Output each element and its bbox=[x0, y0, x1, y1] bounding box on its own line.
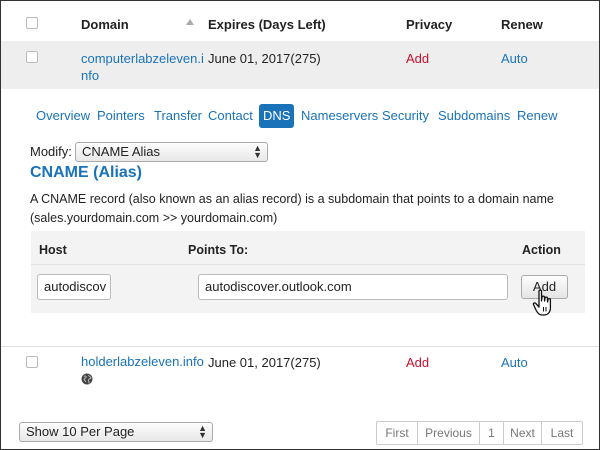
renew-auto-link[interactable]: Auto bbox=[501, 355, 528, 370]
row-checkbox[interactable] bbox=[26, 51, 38, 63]
host-input[interactable]: autodiscov bbox=[37, 274, 111, 300]
modify-label: Modify: bbox=[30, 144, 72, 159]
pager-page-1[interactable]: 1 bbox=[480, 422, 504, 444]
pager-next[interactable]: Next bbox=[504, 422, 542, 444]
tab-subdomains[interactable]: Subdomains bbox=[438, 104, 510, 128]
renew-auto-link[interactable]: Auto bbox=[501, 51, 528, 66]
select-all-checkbox[interactable] bbox=[26, 17, 38, 29]
pager-first[interactable]: First bbox=[377, 422, 418, 444]
expires-value: June 01, 2017(275) bbox=[208, 51, 321, 66]
tab-nameservers[interactable]: Nameservers bbox=[301, 104, 378, 128]
tab-dns[interactable]: DNS bbox=[259, 104, 295, 128]
modify-select[interactable]: CNAME Alias ▲ ▼ bbox=[75, 142, 268, 162]
domain-manager-window: Domain Expires (Days Left) Privacy Renew… bbox=[0, 0, 600, 450]
select-arrows-icon: ▲ ▼ bbox=[198, 423, 207, 440]
pager-previous[interactable]: Previous bbox=[418, 422, 480, 444]
domain-link[interactable]: holderlabzeleven.info bbox=[81, 354, 204, 369]
cname-record-form bbox=[31, 231, 585, 313]
globe-icon bbox=[81, 373, 93, 388]
select-arrows-icon: ▲ ▼ bbox=[253, 143, 262, 160]
tab-renew[interactable]: Renew bbox=[517, 104, 557, 128]
pager-last[interactable]: Last bbox=[542, 422, 582, 444]
pointer-hand-icon bbox=[532, 289, 554, 320]
action-header: Action bbox=[522, 243, 561, 257]
tab-overview[interactable]: Overview bbox=[36, 104, 90, 128]
expires-value: June 01, 2017(275) bbox=[208, 355, 321, 370]
column-header-expires: Expires (Days Left) bbox=[208, 17, 326, 32]
cname-title: CNAME (Alias) bbox=[30, 164, 143, 181]
tab-security[interactable]: Security bbox=[382, 104, 429, 128]
column-header-domain[interactable]: Domain bbox=[81, 17, 129, 32]
cname-description: A CNAME record (also known as an alias r… bbox=[30, 192, 554, 225]
per-page-select[interactable]: Show 10 Per Page ▲ ▼ bbox=[19, 422, 213, 442]
privacy-add-link[interactable]: Add bbox=[406, 51, 429, 66]
row-divider bbox=[1, 346, 599, 347]
row-checkbox[interactable] bbox=[26, 356, 38, 368]
privacy-add-link[interactable]: Add bbox=[406, 355, 429, 370]
sort-arrow-icon[interactable] bbox=[185, 15, 195, 30]
tab-pointers[interactable]: Pointers bbox=[97, 104, 145, 128]
domain-link[interactable]: computerlabzeleven.i nfo bbox=[81, 50, 204, 84]
points-to-input[interactable]: autodiscover.outlook.com bbox=[198, 274, 508, 300]
tab-transfer[interactable]: Transfer bbox=[154, 104, 202, 128]
divider bbox=[31, 264, 585, 265]
host-header: Host bbox=[39, 243, 67, 257]
pagination: First Previous 1 Next Last bbox=[376, 421, 583, 445]
points-to-header: Points To: bbox=[188, 243, 249, 257]
column-header-privacy: Privacy bbox=[406, 17, 453, 32]
column-header-renew: Renew bbox=[501, 17, 543, 32]
tab-contact[interactable]: Contact bbox=[208, 104, 253, 128]
